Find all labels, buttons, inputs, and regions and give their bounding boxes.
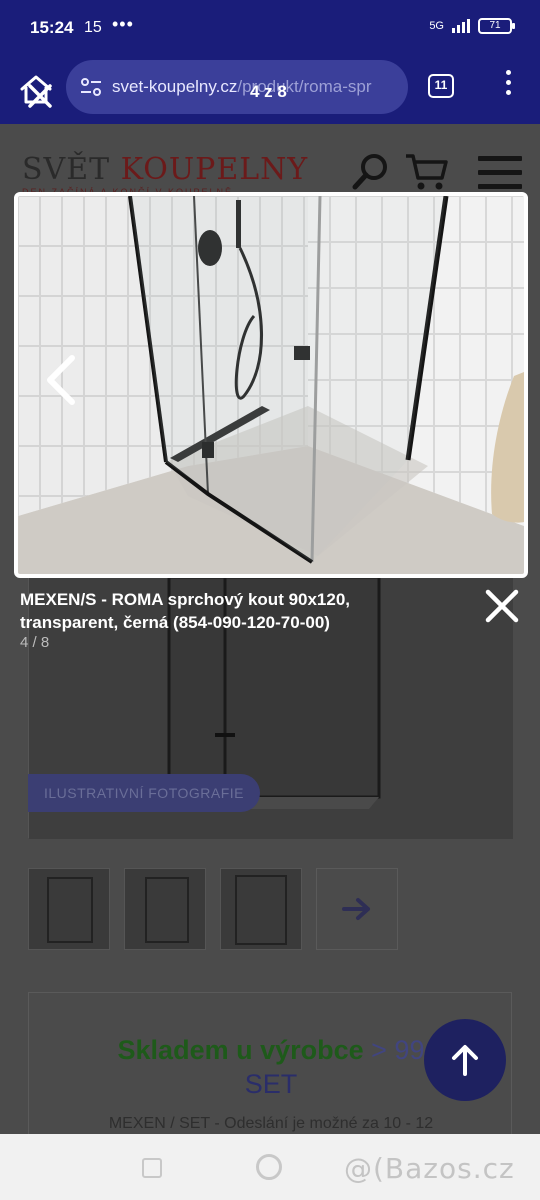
hamburger-menu-icon[interactable] [478,156,522,194]
stock-quantity: > 99 [363,1035,425,1065]
shower-enclosure-photo [18,196,524,574]
logo-part2: KOUPELNY [120,152,309,187]
image-counter-overlay: 4 z 8 [250,82,287,101]
thumbnail-next-button[interactable] [316,868,398,950]
previous-image-icon[interactable] [40,352,84,408]
search-icon[interactable] [350,152,390,192]
stock-status-text: Skladem u výrobce [117,1035,364,1065]
status-notification-count: 15 [84,19,102,36]
arrow-right-icon [342,898,370,920]
status-right-group: 5G 71 [429,18,515,34]
signal-icon [452,19,470,33]
tabs-button[interactable]: 11 [428,74,454,98]
lightbox-counter: 4 / 8 [20,634,50,651]
home-button[interactable] [256,1154,282,1180]
home-icon[interactable] [18,72,54,108]
bazos-watermark: @(Bazos.cz [344,1152,515,1185]
status-bar: 15:24 15 ••• 5G 71 [0,0,540,56]
status-more-icons: ••• [112,14,134,34]
close-icon[interactable] [482,586,522,626]
recents-button[interactable] [142,1158,162,1178]
photo-badge: ILUSTRATIVNÍ FOTOGRAFIE [28,774,261,812]
cart-icon[interactable] [404,152,448,192]
status-time: 15:24 [30,18,74,37]
url-domain: svet-koupelny.cz [112,77,238,96]
shipping-note: MEXEN / SET - Odeslání je možné za 10 - … [108,1115,434,1132]
arrow-up-icon [452,1045,478,1076]
address-bar[interactable]: svet-koupelny.cz/produkt/roma-spr [66,60,408,114]
browser-menu-icon[interactable] [498,70,518,104]
battery-level: 71 [489,20,501,31]
lightbox-image[interactable] [14,192,528,578]
logo-part1: SVĚT [22,152,121,187]
thumbnail-3[interactable] [220,868,302,950]
site-settings-icon[interactable] [80,77,102,97]
scroll-to-top-button[interactable] [424,1019,506,1101]
logo-text: SVĚT KOUPELNY [22,152,308,187]
url-text: svet-koupelny.cz/produkt/roma-spr [112,77,372,97]
thumbnail-2[interactable] [124,868,206,950]
browser-toolbar: svet-koupelny.cz/produkt/roma-spr 4 z 8 … [0,56,540,124]
network-type: 5G [429,20,444,32]
thumbnail-1[interactable] [28,868,110,950]
battery-icon: 71 [478,18,515,34]
system-nav-bar: @(Bazos.cz [0,1134,540,1200]
lightbox-caption: MEXEN/S - ROMA sprchový kout 90x120, tra… [20,590,351,632]
site-logo[interactable]: SVĚT KOUPELNY DEN ZAČÍNÁ A KONČÍ V KOUPE… [22,152,308,197]
thumbnail-strip [28,868,398,950]
